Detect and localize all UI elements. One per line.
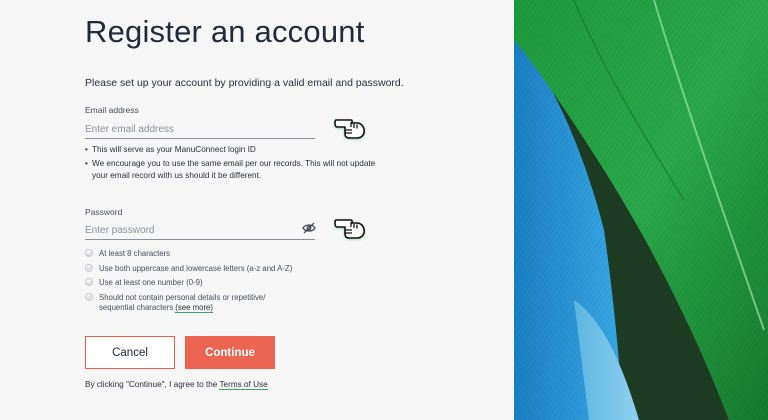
rule-text: Use both uppercase and lowercase letters…	[99, 263, 293, 273]
password-rule: Should not contain personal details or r…	[85, 292, 274, 313]
feather-image	[514, 0, 768, 420]
continue-button[interactable]: Continue	[185, 336, 275, 369]
intro-text: Please set up your account by providing …	[85, 77, 404, 89]
check-circle-icon	[85, 263, 93, 272]
password-rule: Use at least one number (0-9)	[85, 278, 345, 288]
email-note: This will serve as your ManuConnect logi…	[85, 144, 385, 156]
page-title: Register an account	[85, 14, 365, 49]
password-rule: Use both uppercase and lowercase letters…	[85, 263, 345, 274]
password-underline	[85, 239, 315, 240]
terms-notice: By clicking "Continue", I agree to the T…	[85, 380, 268, 390]
email-label: Email address	[85, 105, 139, 115]
check-circle-icon	[85, 292, 93, 301]
pointing-hand-icon	[334, 119, 365, 139]
password-label: Password	[85, 207, 123, 217]
pointing-hand-icon	[334, 219, 365, 239]
email-note: We encourage you to use the same email p…	[85, 158, 385, 182]
password-rule: At least 8 characters	[85, 249, 345, 259]
terms-text: By clicking "Continue", I agree to the	[85, 380, 220, 389]
eye-slash-icon[interactable]	[302, 222, 316, 234]
password-rules: At least 8 characters Use both uppercase…	[85, 249, 345, 317]
password-field[interactable]	[85, 221, 297, 240]
email-notes: This will serve as your ManuConnect logi…	[85, 144, 385, 184]
check-circle-icon	[85, 249, 93, 257]
rule-text: Use at least one number (0-9)	[99, 278, 203, 287]
see-more-link[interactable]: (see more)	[175, 302, 213, 313]
terms-of-use-link[interactable]: Terms of Use	[219, 380, 268, 390]
feather-illustration	[514, 0, 768, 420]
email-field[interactable]	[85, 120, 315, 139]
rule-text: At least 8 characters	[99, 249, 171, 258]
cancel-button[interactable]: Cancel	[85, 336, 175, 369]
check-circle-icon	[85, 278, 93, 286]
registration-panel: Register an account Please set up your a…	[0, 0, 514, 420]
